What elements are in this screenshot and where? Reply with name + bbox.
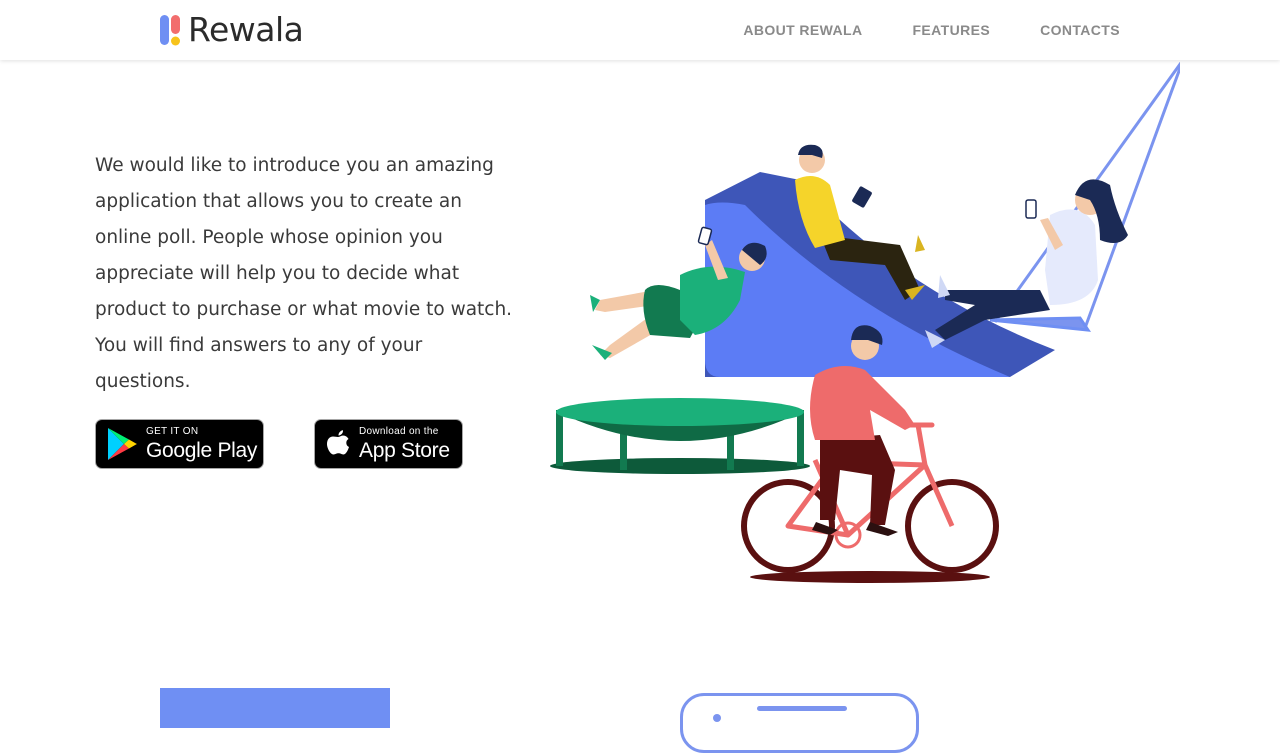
logo[interactable]: Rewala [160,10,304,49]
google-play-big-text: Google Play [146,439,258,462]
nav-contacts[interactable]: CONTACTS [1040,22,1120,38]
logo-mark-icon [160,15,180,46]
app-store-big-text: App Store [359,439,450,462]
nav-features[interactable]: FEATURES [912,22,990,38]
google-play-label: GET IT ON Google Play [146,426,258,462]
nav-about[interactable]: ABOUT REWALA [743,22,862,38]
phone-mockup [680,693,919,753]
phone-speaker [757,706,847,711]
next-section-blue-block [160,688,390,728]
app-store-label: Download on the App Store [359,426,450,462]
app-store-button[interactable]: Download on the App Store [314,419,463,469]
trampoline [550,398,810,474]
intro-text: We would like to introduce you an amazin… [95,155,513,392]
main-nav: ABOUT REWALA FEATURES CONTACTS [693,0,1120,60]
google-play-icon [106,427,138,461]
hero-illustration [550,61,1180,583]
site-header: Rewala ABOUT REWALA FEATURES CONTACTS [0,0,1280,60]
app-store-small-text: Download on the [359,426,439,437]
google-play-small-text: GET IT ON [146,426,199,437]
logo-text: Rewala [188,10,304,49]
phone-camera [713,714,721,722]
swing-seat [989,316,1092,332]
google-play-button[interactable]: GET IT ON Google Play [95,419,264,469]
apple-icon [325,429,351,459]
